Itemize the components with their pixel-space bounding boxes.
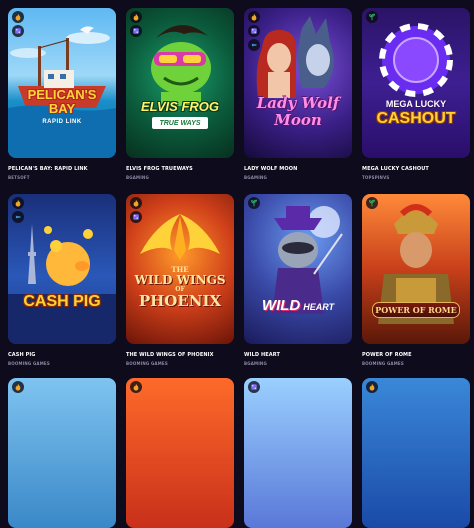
game-thumbnail[interactable]	[8, 378, 116, 528]
game-card-lady-wolf-moon[interactable]: Lady Wolf Moon LADY WOLF MOON BGAMING	[244, 8, 352, 180]
game-card-mega-lucky-cashout[interactable]: MEGA LUCKY CASHOUT MEGA LUCKY CASHOUT TO…	[362, 8, 470, 180]
game-card-power-of-rome[interactable]: POWER OF ROME POWER OF ROME BOOMING GAME…	[362, 194, 470, 366]
bonus-icon	[248, 39, 260, 51]
game-card-partial[interactable]	[244, 378, 352, 528]
game-title[interactable]: MEGA LUCKY CASHOUT	[362, 166, 470, 172]
badge-list	[248, 197, 260, 209]
game-logo: ELVIS FROG TRUE WAYS	[126, 100, 234, 129]
game-title[interactable]: LADY WOLF MOON	[244, 166, 352, 172]
game-card-elvis-frog[interactable]: ELVIS FROG TRUE WAYS ELVIS FROG TRUEWAYS…	[126, 8, 234, 180]
dice-icon	[12, 25, 24, 37]
game-logo: POWER OF ROME	[362, 302, 470, 318]
fire-icon	[130, 197, 142, 209]
power-of-rome-banner: POWER OF ROME	[372, 302, 460, 318]
game-thumbnail[interactable]	[126, 378, 234, 528]
game-title[interactable]: CASH PIG	[8, 352, 116, 358]
badge-list	[248, 11, 260, 51]
game-provider: BGAMING	[244, 175, 267, 180]
mega-lucky-cashout-artwork	[379, 23, 453, 97]
game-thumbnail[interactable]: WILD HEART	[244, 194, 352, 344]
game-card-wild-heart[interactable]: WILD HEART WILD HEART BGAMING	[244, 194, 352, 366]
game-card-partial[interactable]	[126, 378, 234, 528]
game-title[interactable]: WILD HEART	[244, 352, 352, 358]
game-card-wild-wings-phoenix[interactable]: THE WILD WINGS OF PHOENIX THE WILD WINGS…	[126, 194, 234, 366]
fire-icon	[130, 381, 142, 393]
badge-list	[366, 381, 378, 393]
game-title[interactable]: POWER OF ROME	[362, 352, 470, 358]
wild-heart-artwork	[272, 206, 343, 314]
game-logo: MEGA LUCKY CASHOUT	[376, 99, 456, 127]
dice-icon	[248, 25, 260, 37]
game-provider: BOOMING GAMES	[126, 361, 168, 366]
badge-list	[130, 381, 142, 393]
game-card-partial[interactable]	[362, 378, 470, 528]
fire-icon	[130, 11, 142, 23]
dice-icon	[248, 381, 260, 393]
badge-list	[130, 197, 142, 223]
game-logo: CASH PIG	[23, 293, 101, 310]
game-thumbnail[interactable]: POWER OF ROME	[362, 194, 470, 344]
game-title[interactable]: ELVIS FROG TRUEWAYS	[126, 166, 234, 172]
fire-icon	[12, 197, 24, 209]
game-thumbnail[interactable]: ELVIS FROG TRUE WAYS	[126, 8, 234, 158]
game-thumbnail[interactable]	[244, 378, 352, 528]
elvis-frog-artwork	[151, 24, 211, 106]
fire-icon	[366, 381, 378, 393]
sprout-icon	[248, 197, 260, 209]
game-provider: BOOMING GAMES	[8, 361, 50, 366]
game-thumbnail[interactable]: MEGA LUCKY CASHOUT	[362, 8, 470, 158]
game-title[interactable]: PELICAN'S BAY: RAPID LINK	[8, 166, 116, 172]
fire-icon	[12, 381, 24, 393]
badge-list	[248, 381, 260, 393]
game-card-pelicans-bay[interactable]: PELICAN'S BAY RAPID LINK PELICAN'S BAY: …	[8, 8, 116, 180]
trueways-tag: TRUE WAYS	[152, 117, 208, 129]
sprout-icon	[366, 11, 378, 23]
game-thumbnail[interactable]: PELICAN'S BAY RAPID LINK	[8, 8, 116, 158]
badge-list	[12, 381, 24, 393]
fire-icon	[12, 11, 24, 23]
game-thumbnail[interactable]: THE WILD WINGS OF PHOENIX	[126, 194, 234, 344]
game-provider: BGAMING	[244, 361, 267, 366]
fire-icon	[248, 11, 260, 23]
game-provider: BETSOFT	[8, 175, 30, 180]
pelicans-bay-artwork	[8, 26, 116, 158]
power-of-rome-artwork	[378, 204, 454, 324]
game-provider: TOPSPINVS	[362, 175, 390, 180]
game-provider: BGAMING	[126, 175, 149, 180]
lady-wolf-moon-artwork	[256, 16, 334, 98]
game-logo: THE WILD WINGS OF PHOENIX	[134, 265, 226, 310]
game-card-partial[interactable]	[8, 378, 116, 528]
game-title[interactable]: THE WILD WINGS OF PHOENIX	[126, 352, 234, 358]
dice-icon	[130, 211, 142, 223]
cash-pig-artwork	[8, 224, 116, 344]
game-logo: PELICAN'S BAY RAPID LINK	[27, 87, 97, 125]
badge-list	[12, 11, 24, 37]
game-thumbnail[interactable]: CASH PIG	[8, 194, 116, 344]
badge-list	[366, 197, 378, 209]
game-thumbnail[interactable]	[362, 378, 470, 528]
dice-icon	[130, 25, 142, 37]
game-provider: BOOMING GAMES	[362, 361, 404, 366]
bonus-icon	[12, 211, 24, 223]
badge-list	[366, 11, 378, 23]
game-logo: Lady Wolf Moon	[256, 94, 340, 129]
game-logo: WILD HEART	[261, 297, 335, 314]
game-thumbnail[interactable]: Lady Wolf Moon	[244, 8, 352, 158]
game-card-cash-pig[interactable]: CASH PIG CASH PIG BOOMING GAMES	[8, 194, 116, 366]
badge-list	[12, 197, 24, 223]
sprout-icon	[366, 197, 378, 209]
badge-list	[130, 11, 142, 37]
